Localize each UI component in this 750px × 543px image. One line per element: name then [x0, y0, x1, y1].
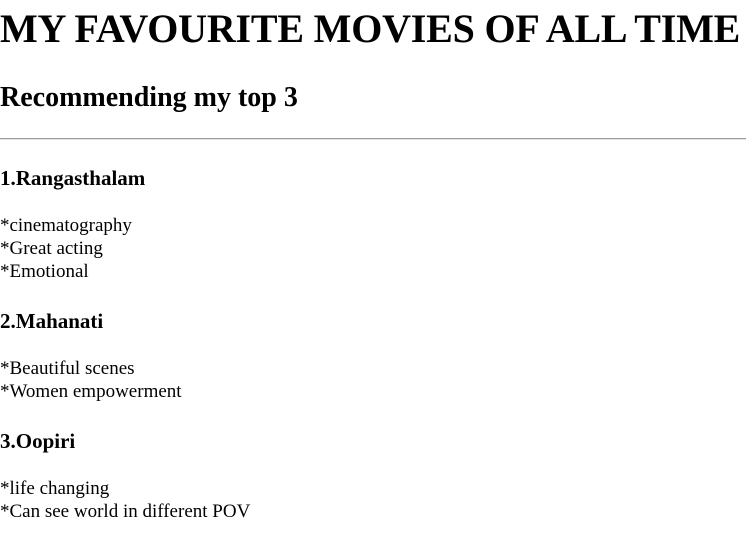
reason-item: *Emotional: [0, 261, 89, 282]
movie-title: 2.Mahanati: [0, 309, 104, 333]
reasons-list: *cinematography *Great acting *Emotional: [0, 214, 132, 283]
reason-item: *Can see world in different POV: [0, 501, 251, 522]
page-title: MY FAVOURITE MOVIES OF ALL TIME: [0, 6, 741, 51]
reasons-list: *Beautiful scenes *Women empowerment: [0, 357, 182, 403]
reason-item: *Women empowerment: [0, 381, 182, 402]
movie-title: 3.Oopiri: [0, 429, 76, 453]
reason-item: *Great acting: [0, 238, 103, 259]
reason-item: *Beautiful scenes: [0, 358, 135, 379]
reason-item: *cinematography: [0, 215, 132, 236]
reason-item: *life changing: [0, 478, 110, 499]
reasons-list: *life changing *Can see world in differe…: [0, 477, 250, 523]
movie-title: 1.Rangasthalam: [0, 166, 146, 190]
divider: [0, 138, 746, 140]
page-subtitle: Recommending my top 3: [0, 82, 298, 113]
page: MY FAVOURITE MOVIES OF ALL TIME Recommen…: [0, 0, 750, 543]
